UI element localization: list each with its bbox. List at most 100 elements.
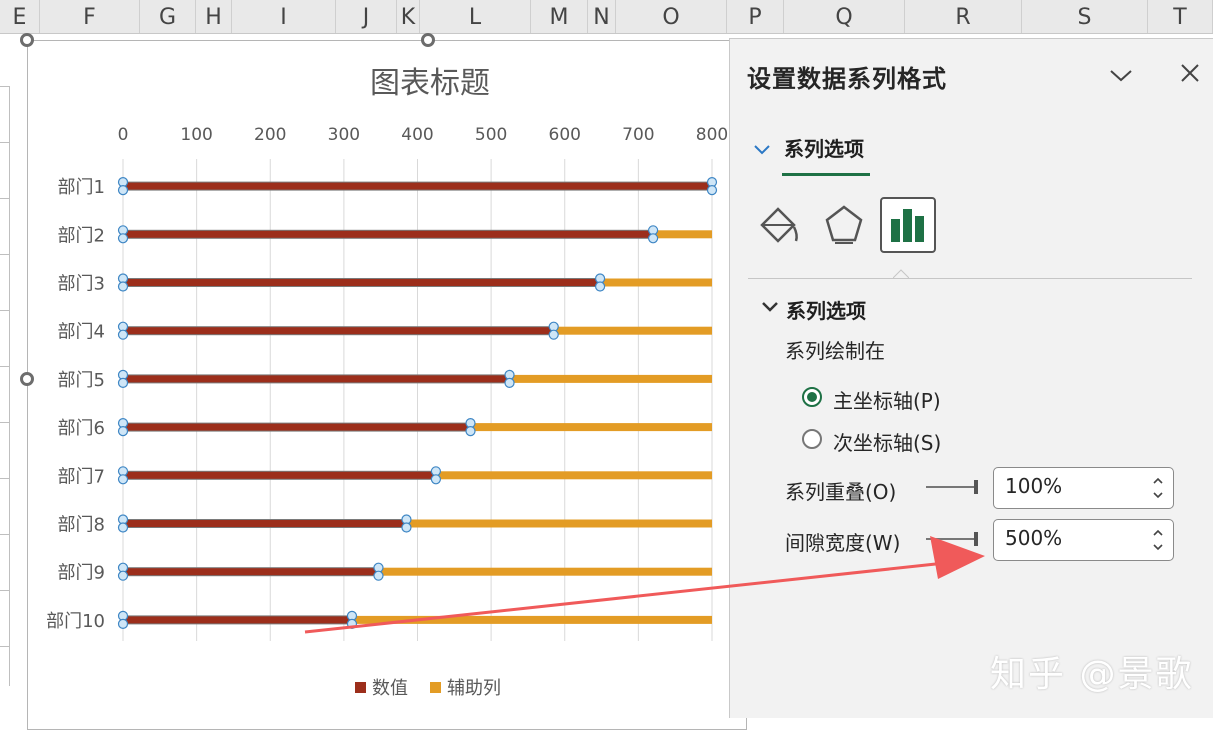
selection-handle	[594, 281, 606, 292]
watermark: 知乎 @景歌	[990, 654, 1194, 695]
selection-handle	[706, 185, 718, 196]
selection-handle	[346, 618, 358, 630]
category-label: 部门9	[58, 563, 105, 584]
selection-handle	[373, 570, 384, 581]
column-header-s[interactable]: S	[1022, 0, 1148, 33]
bar-chart-icon[interactable]	[880, 197, 936, 253]
chevron-down-icon[interactable]	[1108, 63, 1134, 87]
chart-resize-handle-top-left[interactable]	[20, 33, 34, 47]
selection-handle	[117, 233, 129, 244]
bar-value	[122, 567, 379, 577]
tab-pointer-notch	[893, 269, 909, 279]
x-tick-label: 600	[549, 125, 581, 145]
column-header-n[interactable]: N	[588, 0, 616, 33]
gap-width-slider[interactable]	[926, 531, 980, 547]
x-tick-label: 100	[180, 125, 212, 145]
secondary-axis-radio[interactable]	[802, 429, 822, 449]
column-header-l[interactable]: L	[420, 0, 531, 33]
x-tick-label: 300	[328, 125, 360, 145]
x-tick-label: 500	[475, 125, 507, 145]
bar-value	[122, 326, 555, 336]
chart-resize-handle-left[interactable]	[20, 372, 34, 386]
primary-axis-radio[interactable]	[802, 387, 822, 407]
selection-handle	[504, 377, 515, 388]
chevron-down-icon	[754, 145, 770, 155]
column-header-r[interactable]: R	[905, 0, 1022, 33]
legend-label-helper: 辅助列	[447, 678, 501, 699]
column-header-o[interactable]: O	[616, 0, 727, 33]
column-header-p[interactable]: P	[727, 0, 784, 33]
primary-axis-label[interactable]: 主坐标轴(P)	[833, 385, 941, 414]
series-options-section-label: 系列选项	[786, 299, 866, 323]
column-header-k[interactable]: K	[397, 0, 420, 33]
bar-value	[122, 470, 437, 480]
row-grid-line	[0, 534, 10, 535]
section-divider	[748, 278, 1192, 279]
category-label: 部门7	[58, 466, 105, 487]
column-header-h[interactable]: H	[196, 0, 232, 33]
selection-handle	[117, 618, 129, 630]
bar-value	[122, 615, 353, 625]
selection-handle	[117, 329, 129, 340]
category-label: 部门1	[58, 177, 105, 198]
selection-handle	[117, 281, 129, 292]
series-overlap-spinner[interactable]: 100%	[993, 467, 1174, 509]
row-grid-line	[0, 478, 10, 479]
category-label: 部门4	[58, 322, 105, 343]
column-header-t[interactable]: T	[1148, 0, 1213, 33]
x-tick-label: 700	[622, 125, 654, 145]
bar-value	[122, 181, 713, 191]
pane-title: 设置数据系列格式	[747, 65, 947, 93]
spinner-arrows-icon[interactable]	[1151, 473, 1165, 503]
series-overlap-slider[interactable]	[926, 479, 980, 495]
column-headers: EFGHIJKLMNOPQRST	[0, 0, 1213, 34]
row-grid-line	[0, 254, 10, 255]
column-header-f[interactable]: F	[40, 0, 140, 33]
chart-title: 图表标题	[370, 66, 490, 101]
column-header-g[interactable]: G	[140, 0, 196, 33]
close-icon[interactable]	[1176, 59, 1204, 87]
chart-resize-handle-top[interactable]	[421, 33, 435, 47]
selection-handle	[548, 329, 559, 340]
paint-bucket-icon[interactable]	[752, 197, 808, 253]
category-label: 部门5	[58, 370, 105, 391]
row-grid-line	[0, 310, 10, 311]
secondary-axis-label[interactable]: 次坐标轴(S)	[833, 427, 941, 456]
column-header-q[interactable]: Q	[784, 0, 905, 33]
selection-handle	[647, 233, 659, 244]
bar-value	[122, 229, 654, 239]
row-grid-line	[0, 422, 10, 423]
x-tick-label: 200	[254, 125, 286, 145]
row-grid-line	[0, 366, 10, 367]
series-overlap-value[interactable]: 100%	[1005, 474, 1062, 498]
series-overlap-label: 系列重叠(O)	[785, 480, 897, 504]
category-label: 部门3	[58, 274, 105, 295]
category-label: 部门2	[58, 225, 105, 246]
gap-width-value[interactable]: 500%	[1005, 526, 1062, 550]
bar-value	[122, 374, 511, 384]
selection-handle	[117, 570, 129, 581]
x-tick-label: 800	[696, 125, 728, 145]
row-grid-line	[0, 198, 10, 199]
row-grid-line	[0, 590, 10, 591]
legend-swatch-value	[355, 682, 366, 693]
column-header-m[interactable]: M	[531, 0, 588, 33]
column-header-j[interactable]: J	[336, 0, 397, 33]
x-tick-label: 0	[118, 125, 129, 145]
pentagon-effects-icon[interactable]	[816, 197, 872, 253]
selection-handle	[430, 474, 442, 485]
chart-area[interactable]: 图表标题 0 100 200 300 400 500 600 700 800 部门1 部门2 部门3 部门…	[27, 40, 747, 730]
bar-chart[interactable]: 图表标题 0 100 200 300 400 500 600 700 800 部门1 部门2 部门3 部门…	[28, 41, 748, 731]
selection-handle	[465, 426, 476, 437]
column-header-i[interactable]: I	[232, 0, 336, 33]
selection-handle	[117, 522, 129, 533]
format-data-series-pane: 设置数据系列格式 系列选项 系列选项 系列绘制在 主坐标轴(P) 次坐标轴(S)…	[729, 38, 1213, 718]
tab-series-options-label: 系列选项	[784, 137, 864, 161]
row-grid-line	[0, 142, 10, 143]
legend-swatch-helper	[430, 682, 441, 693]
spinner-arrows-icon[interactable]	[1151, 525, 1165, 555]
column-header-e[interactable]: E	[0, 0, 40, 33]
gap-width-spinner[interactable]: 500%	[993, 519, 1174, 561]
selection-handle	[117, 377, 129, 388]
row-grid-lines	[0, 86, 10, 686]
